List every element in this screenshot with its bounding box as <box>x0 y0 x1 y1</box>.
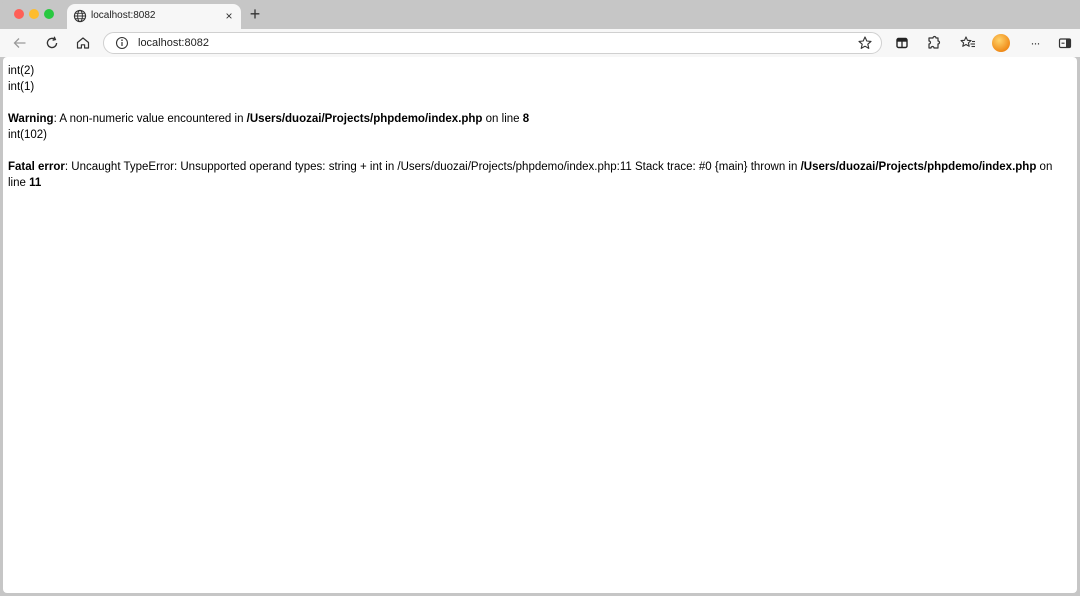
fatal-error-line-number: 11 <box>29 177 42 189</box>
browser-window: localhost:8082 × + localhost:8082 ··· in… <box>0 0 1080 596</box>
profile-avatar[interactable] <box>992 34 1010 52</box>
toolbar: localhost:8082 ··· <box>0 29 1080 57</box>
info-icon[interactable] <box>115 36 129 50</box>
fatal-error-path: /Users/duozai/Projects/phpdemo/index.php <box>800 161 1037 173</box>
minimize-window-button[interactable] <box>29 9 39 19</box>
close-window-button[interactable] <box>14 9 24 19</box>
url-text[interactable]: localhost:8082 <box>138 36 209 50</box>
extensions-icon[interactable] <box>925 34 943 52</box>
output-line: int(102) <box>8 129 47 141</box>
fatal-error-message: Fatal error: Uncaught TypeError: Unsuppo… <box>8 161 1053 189</box>
zoom-window-button[interactable] <box>44 9 54 19</box>
output-line: int(2) <box>8 65 35 77</box>
warning-message: Warning: A non-numeric value encountered… <box>8 113 530 125</box>
page-content: int(2) int(1) Warning: A non-numeric val… <box>3 57 1077 593</box>
tab-strip: localhost:8082 × + <box>0 0 1080 29</box>
warning-line-number: 8 <box>522 113 530 125</box>
home-icon[interactable] <box>74 34 92 52</box>
php-output: int(2) int(1) Warning: A non-numeric val… <box>8 63 1068 191</box>
fatal-error-label: Fatal error <box>8 161 65 173</box>
collections-icon[interactable] <box>893 34 911 52</box>
sidebar-icon[interactable] <box>1056 34 1074 52</box>
globe-icon <box>73 9 87 23</box>
tab-localhost[interactable]: localhost:8082 × <box>67 4 241 29</box>
tab-close-icon[interactable]: × <box>223 9 235 23</box>
more-icon[interactable]: ··· <box>1026 34 1044 52</box>
reload-icon[interactable] <box>43 34 61 52</box>
star-icon[interactable] <box>857 35 873 51</box>
address-bar[interactable]: localhost:8082 <box>103 32 882 54</box>
back-arrow-icon[interactable] <box>11 34 29 52</box>
fatal-error-text: Uncaught TypeError: Unsupported operand … <box>71 161 801 173</box>
warning-text: A non-numeric value encountered in <box>59 113 247 125</box>
tab-title: localhost:8082 <box>91 10 156 21</box>
output-line: int(1) <box>8 81 35 93</box>
warning-label: Warning <box>8 113 54 125</box>
new-tab-button[interactable]: + <box>247 4 263 24</box>
warning-path: /Users/duozai/Projects/phpdemo/index.php <box>246 113 483 125</box>
favorites-icon[interactable] <box>959 34 977 52</box>
